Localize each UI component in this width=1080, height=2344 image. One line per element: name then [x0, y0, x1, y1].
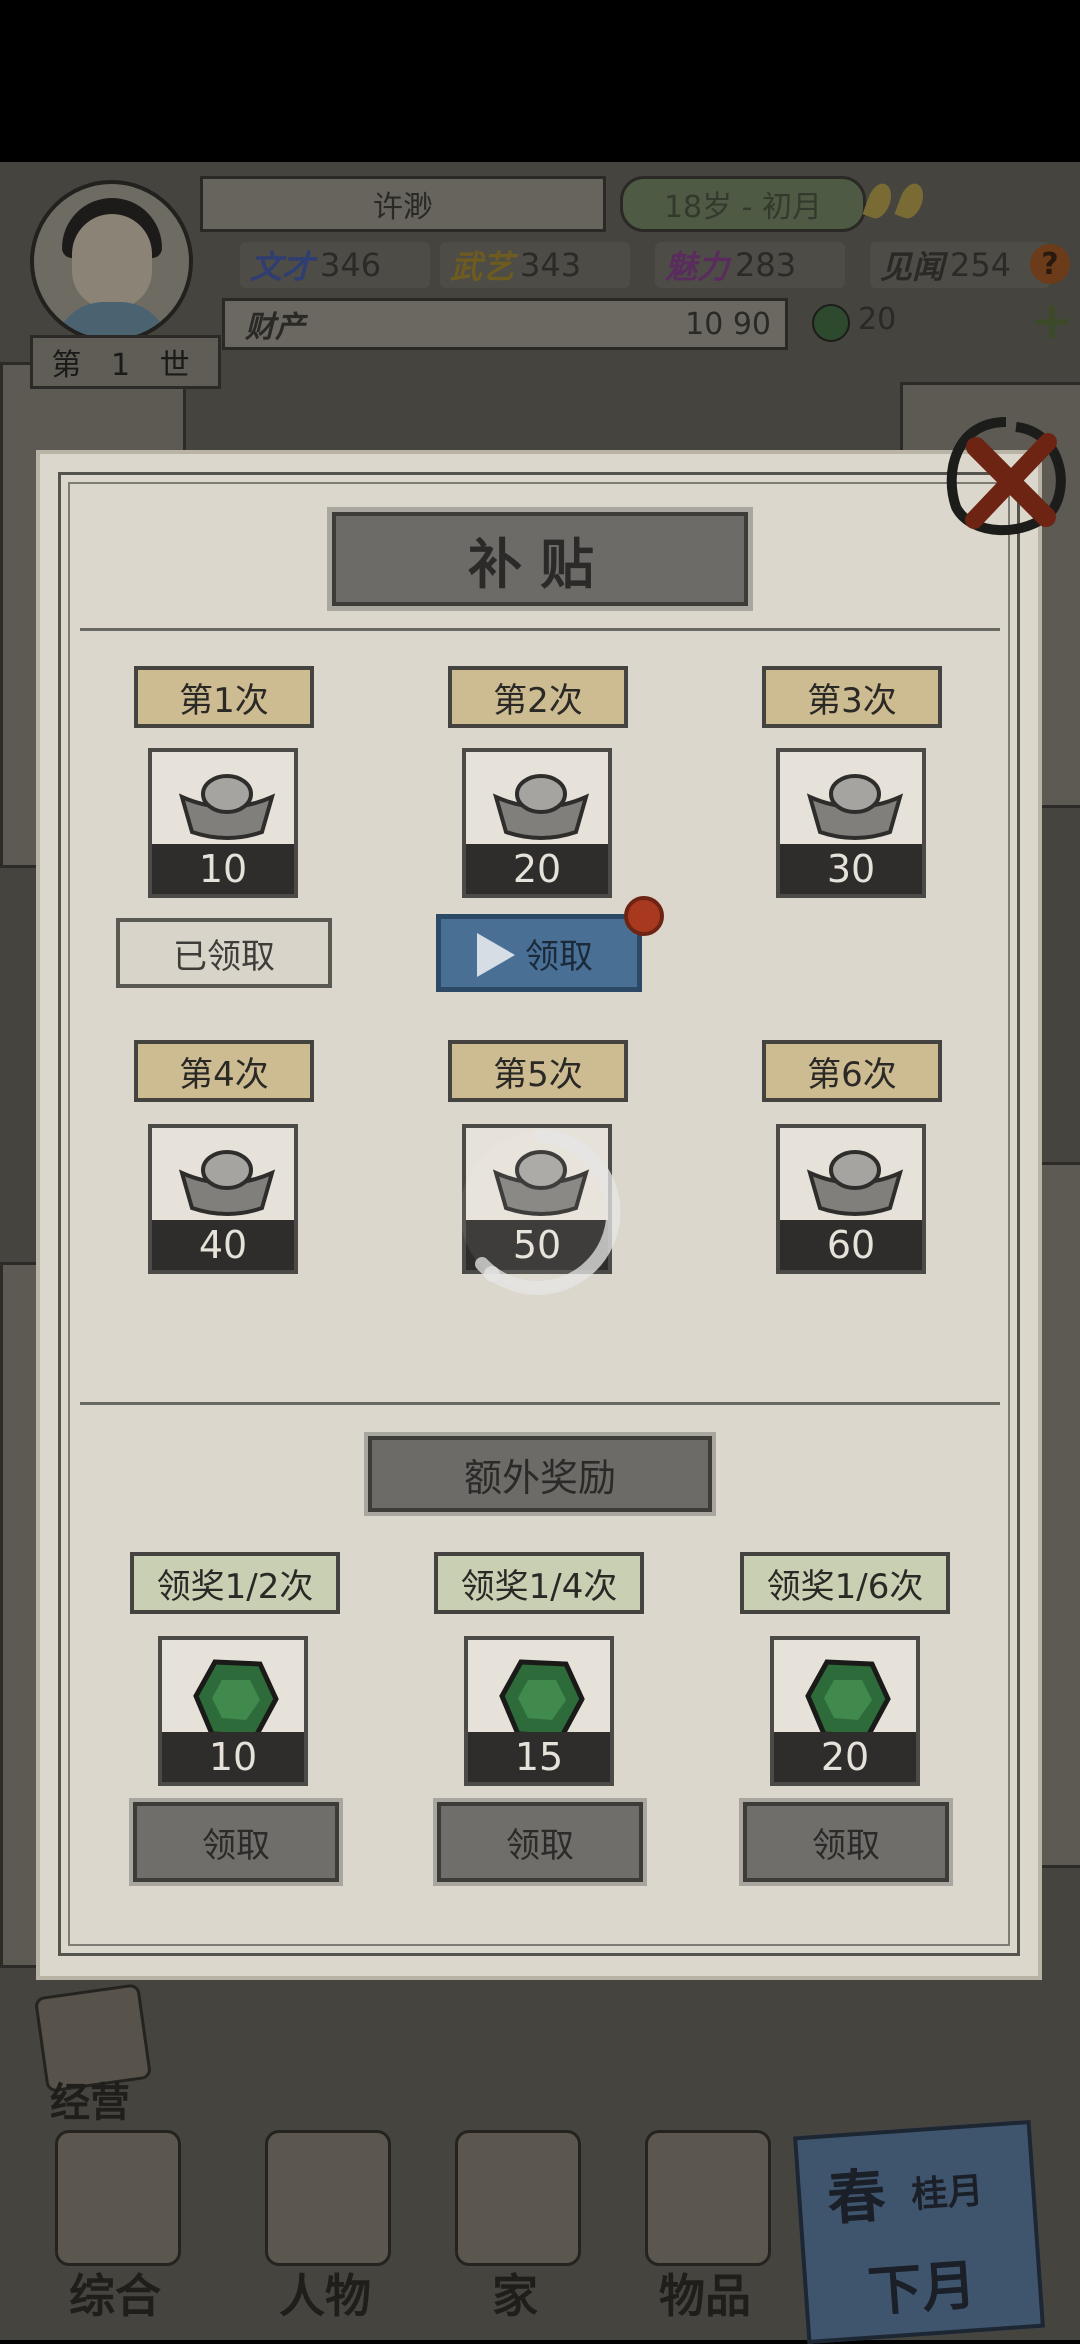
reward-tile: 60: [776, 1124, 926, 1274]
wealth-value: 10 90: [685, 306, 771, 342]
silver-ingot-icon: [806, 774, 904, 840]
jade-gem-icon: [805, 1659, 891, 1739]
generation-label: 第 1 世: [30, 335, 221, 389]
close-icon[interactable]: [936, 412, 1076, 540]
loading-spinner-icon: [460, 1129, 621, 1295]
divider: [80, 1402, 1000, 1405]
reward-label: 第1次: [134, 666, 314, 728]
bonus-claim-button[interactable]: 领取: [133, 1802, 339, 1882]
play-icon: [477, 933, 515, 977]
reward-label: 第4次: [134, 1040, 314, 1102]
dialog-title: 补贴: [332, 512, 748, 606]
next-month-button[interactable]: 春 桂月 下月: [793, 2119, 1045, 2344]
jade-gem-icon: [193, 1659, 279, 1739]
bonus-amount: 15: [468, 1732, 610, 1782]
dialog-title-text: 补贴: [468, 531, 612, 596]
nav-label: 综合: [69, 2269, 161, 2323]
stat-value: 346: [320, 246, 382, 284]
claimed-button: 已领取: [116, 918, 332, 988]
stat-wencai: 文才 346: [240, 242, 430, 288]
reward-tile: 10: [148, 748, 298, 898]
season-label: 春: [825, 2161, 888, 2234]
reward-label: 第2次: [448, 666, 628, 728]
wealth-bar: 财产 10 90: [222, 298, 788, 350]
stat-value: 254: [950, 246, 1012, 284]
jade-gem-icon: [499, 1659, 585, 1739]
reward-tile: 20: [462, 748, 612, 898]
month-label: 桂月: [910, 2170, 985, 2217]
nav-jingying[interactable]: 经营: [20, 1983, 170, 2130]
gourd-icon: [645, 2130, 771, 2266]
bonus-amount: 10: [162, 1732, 304, 1782]
reward-tile: 30: [776, 748, 926, 898]
bonus-title: 额外奖励: [368, 1436, 712, 1512]
reward-label: 第5次: [448, 1040, 628, 1102]
reward-tile: 40: [148, 1124, 298, 1274]
reward-amount: 60: [780, 1220, 922, 1270]
house-icon: [455, 2130, 581, 2266]
notification-dot: [624, 896, 664, 936]
bonus-amount: 20: [774, 1732, 916, 1782]
help-icon[interactable]: ?: [1030, 244, 1070, 284]
bonus-tile: 15: [464, 1636, 614, 1786]
silver-ingot-icon: [178, 1150, 276, 1216]
nav-item-renwu[interactable]: 人物: [240, 2110, 410, 2323]
reward-label: 第3次: [762, 666, 942, 728]
bonus-label: 领奖1/2次: [130, 1552, 340, 1614]
reward-amount: 30: [780, 844, 922, 894]
next-month-label: 下月: [865, 2253, 979, 2324]
nav-label: 物品: [659, 2269, 751, 2323]
reward-amount: 20: [466, 844, 608, 894]
player-name: 许渺: [200, 176, 606, 232]
reward-amount: 10: [152, 844, 294, 894]
reward-label: 第6次: [762, 1040, 942, 1102]
reward-amount: 40: [152, 1220, 294, 1270]
age-label: 18岁 - 初月: [620, 176, 866, 232]
bonus-label: 领奖1/4次: [434, 1552, 644, 1614]
stat-value: 343: [520, 246, 582, 284]
nav-item-jia[interactable]: 家: [430, 2110, 600, 2323]
bonus-label: 领奖1/6次: [740, 1552, 950, 1614]
nav-label: 家: [492, 2269, 538, 2323]
stat-wuyi: 武艺 343: [440, 242, 630, 288]
stat-jianwen: 见闻 254: [870, 242, 1050, 288]
nav-item-zonghe[interactable]: 综合: [30, 2110, 200, 2323]
silver-ingot-icon: [178, 774, 276, 840]
silver-ingot-icon: [806, 1150, 904, 1216]
stat-meili: 魅力 283: [655, 242, 845, 288]
avatar-face: [72, 214, 152, 309]
bonus-claim-button[interactable]: 领取: [437, 1802, 643, 1882]
wealth-label: 财产: [245, 310, 305, 345]
silver-ingot-icon: [492, 774, 590, 840]
divider: [80, 628, 1000, 631]
books-icon: [55, 2130, 181, 2266]
bonus-claim-button[interactable]: 领取: [743, 1802, 949, 1882]
stat-label: 见闻: [880, 248, 945, 286]
claim-button-label: 领取: [525, 936, 593, 977]
jade-icon: [812, 304, 850, 342]
person-icon: [265, 2130, 391, 2266]
bonus-tile: 10: [158, 1636, 308, 1786]
bonus-tile: 20: [770, 1636, 920, 1786]
stat-label: 文才: [250, 248, 315, 286]
avatar[interactable]: [30, 180, 193, 343]
plus-icon[interactable]: +: [1030, 295, 1074, 347]
claim-button[interactable]: 领取: [436, 914, 642, 992]
stat-value: 283: [735, 246, 797, 284]
nav-item-wupin[interactable]: 物品: [620, 2110, 790, 2323]
nav-label: 人物: [279, 2269, 371, 2323]
jade-value: 20: [858, 302, 897, 337]
top-black-bar: [0, 0, 1080, 162]
stat-label: 武艺: [450, 248, 515, 286]
stat-label: 魅力: [665, 248, 730, 286]
